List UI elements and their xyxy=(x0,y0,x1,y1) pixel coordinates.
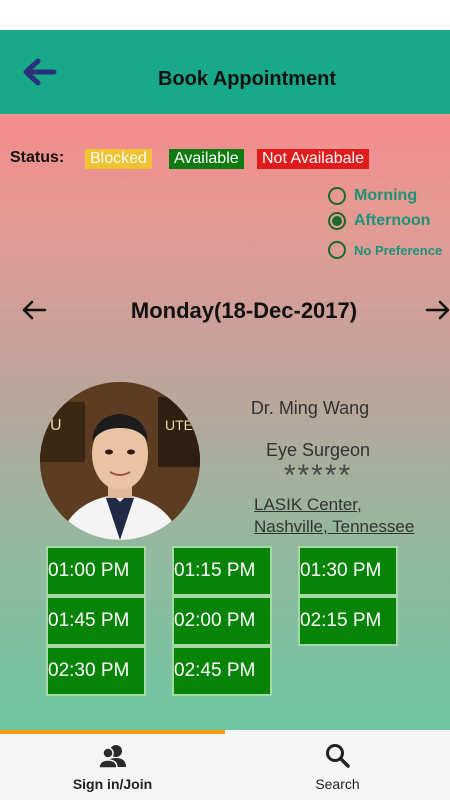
arrow-right-icon xyxy=(425,300,450,320)
doctor-specialty: Eye Surgeon xyxy=(265,440,371,460)
location-line-1: LASIK Center, xyxy=(254,495,362,514)
time-slot-button[interactable]: 02:30 PM xyxy=(46,646,146,696)
status-not-available-badge: Not Availabale xyxy=(257,149,369,169)
status-legend-label: Status: xyxy=(10,149,65,166)
radio-label: Morning xyxy=(354,187,418,204)
status-available-badge: Available xyxy=(169,149,244,169)
doctor-photo: U UTE xyxy=(40,382,200,540)
nav-search-label: Search xyxy=(315,776,360,792)
app-bar: Book Appointment xyxy=(0,30,450,114)
svg-text:U: U xyxy=(50,417,62,434)
time-slot-button[interactable]: 02:45 PM xyxy=(172,646,272,696)
time-slot-button[interactable]: 01:15 PM xyxy=(172,546,272,596)
time-slot-button[interactable]: 01:30 PM xyxy=(298,546,398,596)
users-icon xyxy=(97,743,128,774)
doctor-location-link[interactable]: LASIK Center, Nashville, Tennessee xyxy=(254,494,414,538)
time-slot-button[interactable]: 01:00 PM xyxy=(46,546,146,596)
booking-content: Status: Blocked Available Not Availabale… xyxy=(0,114,450,730)
page-title: Book Appointment xyxy=(157,68,337,90)
doctor-name: Dr. Ming Wang xyxy=(250,398,370,418)
radio-label: Afternoon xyxy=(354,212,431,229)
radio-no-preference[interactable]: No Preference xyxy=(328,241,442,259)
time-slot-button[interactable]: 01:45 PM xyxy=(46,596,146,646)
doctor-rating: ***** xyxy=(283,459,353,492)
date-navigator: Monday(18-Dec-2017) xyxy=(0,296,450,326)
radio-morning[interactable]: Morning xyxy=(328,187,417,205)
nav-signin-tab[interactable]: Sign in/Join xyxy=(0,730,225,800)
time-slot-button[interactable]: 02:00 PM xyxy=(172,596,272,646)
nav-signin-label: Sign in/Join xyxy=(72,776,153,792)
radio-checked-icon xyxy=(328,212,346,230)
next-day-button[interactable] xyxy=(424,298,450,322)
radio-circle-icon xyxy=(328,241,346,259)
selected-date: Monday(18-Dec-2017) xyxy=(130,298,358,323)
radio-label: No Preference xyxy=(354,242,443,258)
doctor-portrait-image: U UTE xyxy=(40,382,200,540)
svg-text:UTE: UTE xyxy=(165,417,193,433)
time-slot-button[interactable]: 02:15 PM xyxy=(298,596,398,646)
location-line-2: Nashville, Tennessee xyxy=(254,517,415,536)
status-blocked-badge: Blocked xyxy=(85,149,152,169)
system-status-bar xyxy=(0,0,450,30)
search-icon xyxy=(325,743,351,774)
bottom-navigation: Sign in/Join Search xyxy=(0,730,450,800)
radio-circle-icon xyxy=(328,187,346,205)
nav-search-tab[interactable]: Search xyxy=(225,730,450,800)
radio-afternoon[interactable]: Afternoon xyxy=(328,212,430,230)
